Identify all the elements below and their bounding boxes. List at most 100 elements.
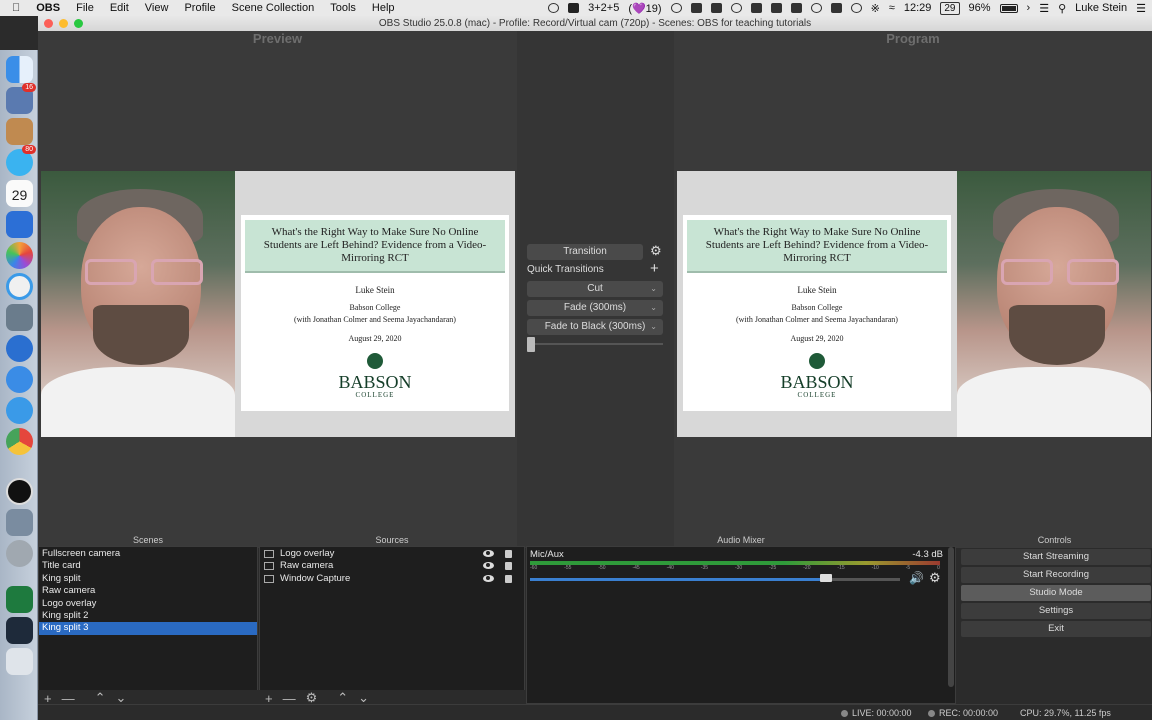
cpu-status: CPU: 29.7%, 11.25 fps	[1020, 708, 1111, 718]
start-streaming-button[interactable]: Start Streaming	[961, 549, 1151, 565]
excel-icon[interactable]	[6, 586, 33, 613]
finder-icon[interactable]	[6, 56, 33, 83]
meter-tick: -25	[769, 565, 777, 571]
safari-icon[interactable]	[6, 397, 33, 424]
scanner-icon[interactable]	[6, 304, 33, 331]
notification-center-icon[interactable]: ☰	[1136, 2, 1146, 15]
image-capture-icon[interactable]	[6, 509, 33, 536]
obs-tray-icon[interactable]	[548, 3, 560, 13]
close-window-button[interactable]	[44, 19, 53, 28]
settings-button[interactable]: Settings	[961, 603, 1151, 619]
camera-feed	[41, 171, 235, 437]
app-menu-obs[interactable]: OBS	[28, 2, 68, 14]
studio-mode-button[interactable]: Studio Mode	[961, 585, 1151, 601]
chevron-down-icon: ⌄	[650, 284, 657, 293]
quick-transition-fade-to-black[interactable]: Fade to Black (300ms) ⌄	[527, 319, 663, 335]
tex-icon[interactable]	[6, 540, 33, 567]
volume-slider-handle[interactable]	[820, 574, 832, 582]
exit-button[interactable]: Exit	[961, 621, 1151, 637]
preview-canvas[interactable]: What's the Right Way to Make Sure No Onl…	[41, 171, 515, 437]
wifi-icon[interactable]: ≈	[889, 2, 895, 14]
live-status: LIVE: 00:00:00	[841, 708, 912, 718]
heart-counter[interactable]: (💜19)	[628, 2, 661, 15]
menu-profile[interactable]: Profile	[176, 2, 223, 14]
scene-item[interactable]: King split	[39, 573, 257, 585]
dropbox-icon[interactable]	[690, 3, 702, 13]
visibility-eye-icon[interactable]	[483, 550, 494, 557]
t-bar-track[interactable]	[527, 343, 663, 345]
scene-item[interactable]: Title card	[39, 560, 257, 572]
minimize-window-button[interactable]	[59, 19, 68, 28]
chrome-icon[interactable]	[850, 3, 862, 13]
menu-tools[interactable]: Tools	[322, 2, 364, 14]
checkbox-tray-icon[interactable]	[568, 3, 580, 13]
things-icon[interactable]	[6, 211, 33, 238]
square-icon[interactable]	[750, 3, 762, 13]
scene-item[interactable]: Raw camera	[39, 585, 257, 597]
folder-icon[interactable]	[6, 617, 33, 644]
notes-app-icon[interactable]	[6, 118, 33, 145]
program-slide-title: What's the Right Way to Make Sure No Onl…	[687, 220, 947, 273]
lock-icon[interactable]	[505, 574, 512, 583]
extension-text[interactable]: 3+2+5	[588, 2, 619, 14]
navigation-icon[interactable]	[6, 335, 33, 362]
volume-slider-track[interactable]	[530, 578, 900, 581]
obs-dock-icon[interactable]	[6, 478, 33, 505]
mixer-gear-icon[interactable]: ⚙	[929, 570, 941, 586]
chevron-right-icon[interactable]: ›	[1027, 2, 1031, 14]
globe-icon[interactable]	[810, 3, 822, 13]
transition-button[interactable]: Transition	[527, 244, 643, 260]
mixer-scrollbar[interactable]	[948, 547, 954, 687]
chat-icon[interactable]	[710, 3, 722, 13]
bluetooth-icon[interactable]: ※	[871, 2, 880, 15]
menu-scene-collection[interactable]: Scene Collection	[224, 2, 323, 14]
messages-icon[interactable]: 80	[6, 145, 36, 176]
quick-transition-fade[interactable]: Fade (300ms) ⌄	[527, 300, 663, 316]
menu-edit[interactable]: Edit	[102, 2, 137, 14]
t-bar-handle[interactable]	[527, 337, 535, 352]
battery-icon[interactable]	[999, 3, 1018, 13]
scene-item-selected[interactable]: King split 3	[39, 622, 257, 635]
quick-transition-cut[interactable]: Cut ⌄	[527, 281, 663, 297]
keyboard-icon[interactable]	[790, 3, 802, 13]
add-quick-transition-icon[interactable]: +	[650, 260, 659, 277]
speaker-icon[interactable]: 🔊	[909, 571, 924, 585]
logo-text: BABSON	[338, 372, 412, 392]
music-icon[interactable]	[6, 273, 33, 300]
tweetbot-icon[interactable]	[6, 366, 33, 393]
chrome-dock-icon[interactable]	[6, 428, 33, 455]
source-item[interactable]: Logo overlay	[260, 548, 524, 560]
visibility-eye-icon[interactable]	[483, 574, 494, 582]
photos-icon[interactable]	[6, 242, 33, 269]
control-center-icon[interactable]: ☰	[1039, 2, 1049, 15]
menu-file[interactable]: File	[68, 2, 102, 14]
record-icon[interactable]	[730, 3, 742, 13]
menu-view[interactable]: View	[137, 2, 177, 14]
scene-item[interactable]: King split 2	[39, 610, 257, 622]
scene-item[interactable]: Logo overlay	[39, 598, 257, 610]
source-item[interactable]: Window Capture	[260, 573, 524, 585]
clock-text[interactable]: 12:29	[904, 2, 932, 14]
spotlight-search-icon[interactable]: ⚲	[1058, 2, 1066, 15]
scene-item[interactable]: Fullscreen camera	[39, 548, 257, 560]
forward-icon[interactable]	[670, 3, 682, 13]
menu-help[interactable]: Help	[364, 2, 403, 14]
lock-icon[interactable]	[505, 550, 512, 558]
mail-icon[interactable]	[770, 3, 782, 13]
battery-percent: 96%	[968, 2, 991, 14]
user-name[interactable]: Luke Stein	[1075, 2, 1127, 14]
transition-settings-gear-icon[interactable]: ⚙	[650, 243, 662, 259]
launchpad-icon[interactable]: 16	[6, 83, 36, 114]
source-item[interactable]: Raw camera	[260, 560, 524, 572]
display-icon[interactable]	[830, 3, 842, 13]
rec-status: REC: 00:00:00	[928, 708, 998, 718]
start-recording-button[interactable]: Start Recording	[961, 567, 1151, 583]
calendar-date-box[interactable]: 29	[940, 1, 960, 15]
zoom-window-button[interactable]	[74, 19, 83, 28]
audio-mixer-header: Audio Mixer	[717, 535, 765, 545]
calendar-icon[interactable]: 29	[6, 180, 33, 207]
lock-icon[interactable]	[505, 562, 512, 571]
visibility-eye-icon[interactable]	[483, 562, 494, 570]
trash-icon[interactable]	[6, 648, 33, 675]
apple-icon[interactable]: 	[0, 2, 28, 14]
